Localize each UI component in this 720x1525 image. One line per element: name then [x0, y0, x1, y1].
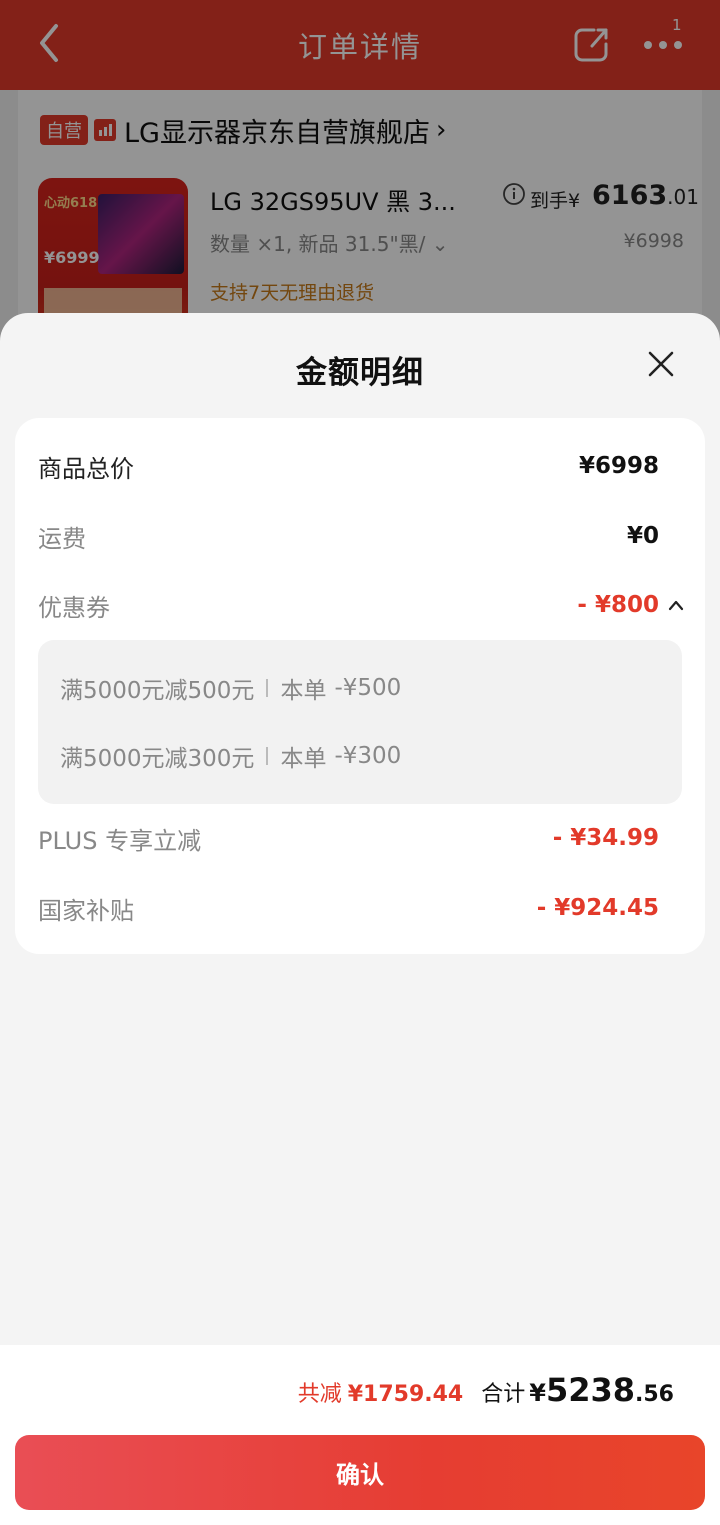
total-dec: .56	[635, 1382, 674, 1407]
order-detail-page: 订单详情 1 自营 LG显示器京东自营旗舰店 › 心动618 ¥6999 LG …	[0, 0, 720, 360]
coupon-amount: -¥500	[334, 675, 402, 701]
amount-detail-sheet: 金额明细 商品总价 ¥6998 运费 ¥0 优惠券 - ¥800 满5000元减…	[0, 313, 720, 1525]
coupon-details: 满5000元减500元 本单 -¥500 满5000元减300元 本单 -¥30…	[38, 640, 682, 804]
coupon-row[interactable]: 优惠券 - ¥800	[38, 585, 659, 625]
subtotal-value: ¥6998	[578, 453, 659, 479]
subsidy-label: 国家补贴	[38, 896, 134, 925]
close-icon[interactable]	[646, 349, 676, 379]
price-summary: 共减 ¥1759.44 合计 ¥ 5238 .56	[298, 1371, 674, 1409]
checkout-footer: 共减 ¥1759.44 合计 ¥ 5238 .56 确认	[0, 1345, 720, 1525]
chevron-up-icon[interactable]	[667, 598, 685, 612]
subtotal-row: 商品总价 ¥6998	[38, 446, 659, 486]
saved-value: ¥1759.44	[347, 1382, 464, 1407]
shipping-label: 运费	[38, 524, 86, 553]
total-label: 合计	[481, 1382, 526, 1407]
coupon-amount: -¥300	[334, 743, 402, 769]
coupon-item: 满5000元减500元 本单 -¥500	[60, 668, 401, 708]
coupon-label: 优惠券	[38, 593, 110, 622]
divider	[266, 747, 269, 765]
plus-discount-label: PLUS 专享立减	[38, 826, 202, 855]
coupon-desc: 满5000元减300元	[60, 746, 255, 772]
sheet-title: 金额明细	[296, 355, 424, 391]
coupon-value: - ¥800	[577, 592, 659, 618]
plus-discount-row: PLUS 专享立减 - ¥34.99	[38, 818, 659, 858]
confirm-button[interactable]: 确认	[15, 1435, 705, 1510]
coupon-scope: 本单	[280, 746, 327, 772]
plus-discount-value: - ¥34.99	[552, 825, 659, 851]
shipping-row: 运费 ¥0	[38, 516, 659, 556]
saved-label: 共减	[297, 1382, 342, 1407]
modal-overlay[interactable]	[0, 0, 720, 360]
subsidy-row: 国家补贴 - ¥924.45	[38, 888, 659, 928]
coupon-scope: 本单	[280, 678, 327, 704]
total-currency: ¥	[529, 1379, 546, 1407]
coupon-desc: 满5000元减500元	[60, 678, 255, 704]
subtotal-label: 商品总价	[38, 454, 134, 483]
shipping-value: ¥0	[626, 523, 659, 549]
amount-card: 商品总价 ¥6998 运费 ¥0 优惠券 - ¥800 满5000元减500元 …	[15, 418, 705, 954]
total-int: 5238	[545, 1371, 636, 1409]
subsidy-value: - ¥924.45	[536, 895, 659, 921]
coupon-item: 满5000元减300元 本单 -¥300	[60, 736, 401, 776]
divider	[266, 679, 269, 697]
